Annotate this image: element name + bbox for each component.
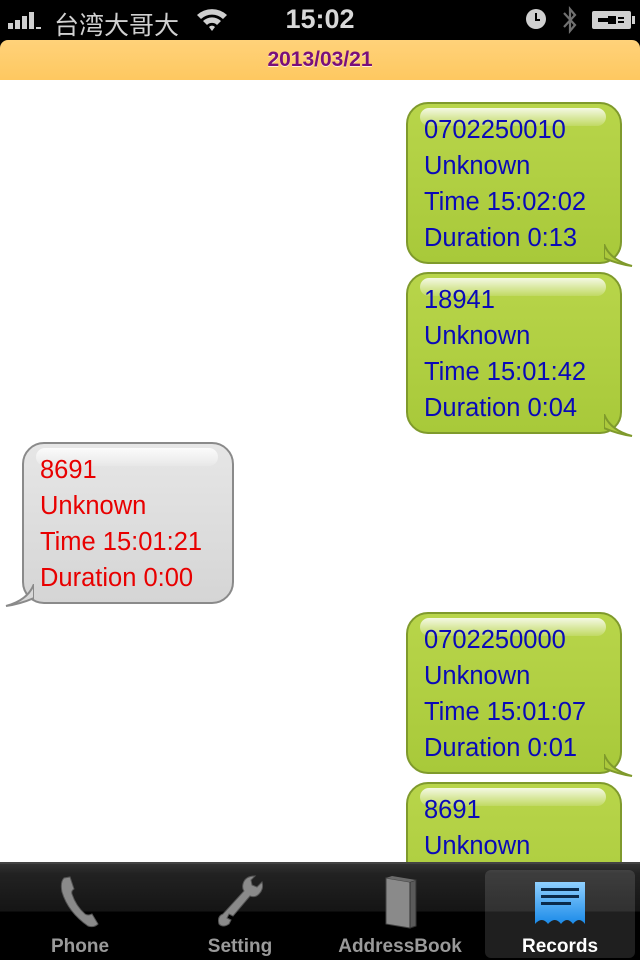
- bluetooth-icon: [563, 5, 577, 35]
- record-name: Unknown: [424, 662, 531, 690]
- record-name: Unknown: [424, 322, 531, 350]
- record-name: Unknown: [40, 492, 147, 520]
- record-number: 0702250000: [424, 626, 566, 654]
- records-list[interactable]: 0702250010 Unknown Time 15:02:02 Duratio…: [0, 80, 640, 862]
- battery-charging-icon: [592, 11, 635, 29]
- record-number: 18941: [424, 286, 495, 314]
- record-duration: Duration 0:00: [40, 564, 194, 592]
- wrench-icon: [218, 875, 264, 927]
- record-bubble-incoming[interactable]: 8691 Unknown Time 15:01:21 Duration 0:00: [22, 442, 234, 604]
- bubble-tail: [604, 754, 633, 777]
- record-bubble-outgoing[interactable]: 8691 Unknown: [406, 782, 622, 862]
- record-bubble-outgoing[interactable]: 0702250000 Unknown Time 15:01:07 Duratio…: [406, 612, 622, 774]
- record-time: Time 15:01:42: [424, 358, 587, 386]
- tab-label: AddressBook: [338, 936, 462, 957]
- record-bubble-outgoing[interactable]: 0702250010 Unknown Time 15:02:02 Duratio…: [406, 102, 622, 264]
- record-time: Time 15:01:21: [40, 528, 203, 556]
- date-header: 2013/03/21: [0, 40, 640, 80]
- record-time: Time 15:01:07: [424, 698, 587, 726]
- record-name: Unknown: [424, 152, 531, 180]
- record-duration: Duration 0:01: [424, 734, 578, 762]
- record-name: Unknown: [424, 832, 531, 860]
- status-bar: 台湾大哥大 15:02: [0, 0, 640, 40]
- record-time: Time 15:02:02: [424, 188, 587, 216]
- date-label: 2013/03/21: [267, 48, 373, 71]
- tab-bar: Phone Setting AddressBook Records: [0, 862, 640, 960]
- tab-phone[interactable]: Phone: [5, 870, 155, 958]
- phone-icon: [60, 876, 99, 928]
- record-number: 0702250010: [424, 116, 566, 144]
- tab-label: Phone: [50, 936, 110, 957]
- record-bubble-outgoing[interactable]: 18941 Unknown Time 15:01:42 Duration 0:0…: [406, 272, 622, 434]
- tab-label: Setting: [207, 936, 273, 957]
- record-number: 8691: [424, 796, 481, 824]
- tab-records[interactable]: Records: [485, 870, 635, 958]
- bubble-tail: [604, 414, 633, 437]
- tab-label: Records: [521, 936, 599, 957]
- alarm-icon: [526, 9, 546, 29]
- records-icon: [535, 882, 585, 924]
- record-duration: Duration 0:13: [424, 224, 578, 252]
- bubble-tail: [604, 244, 633, 267]
- record-number: 8691: [40, 456, 97, 484]
- tab-setting[interactable]: Setting: [165, 870, 315, 958]
- bubble-tail: [5, 584, 34, 607]
- book-icon: [385, 876, 417, 929]
- record-duration: Duration 0:04: [424, 394, 578, 422]
- tab-addressbook[interactable]: AddressBook: [325, 870, 475, 958]
